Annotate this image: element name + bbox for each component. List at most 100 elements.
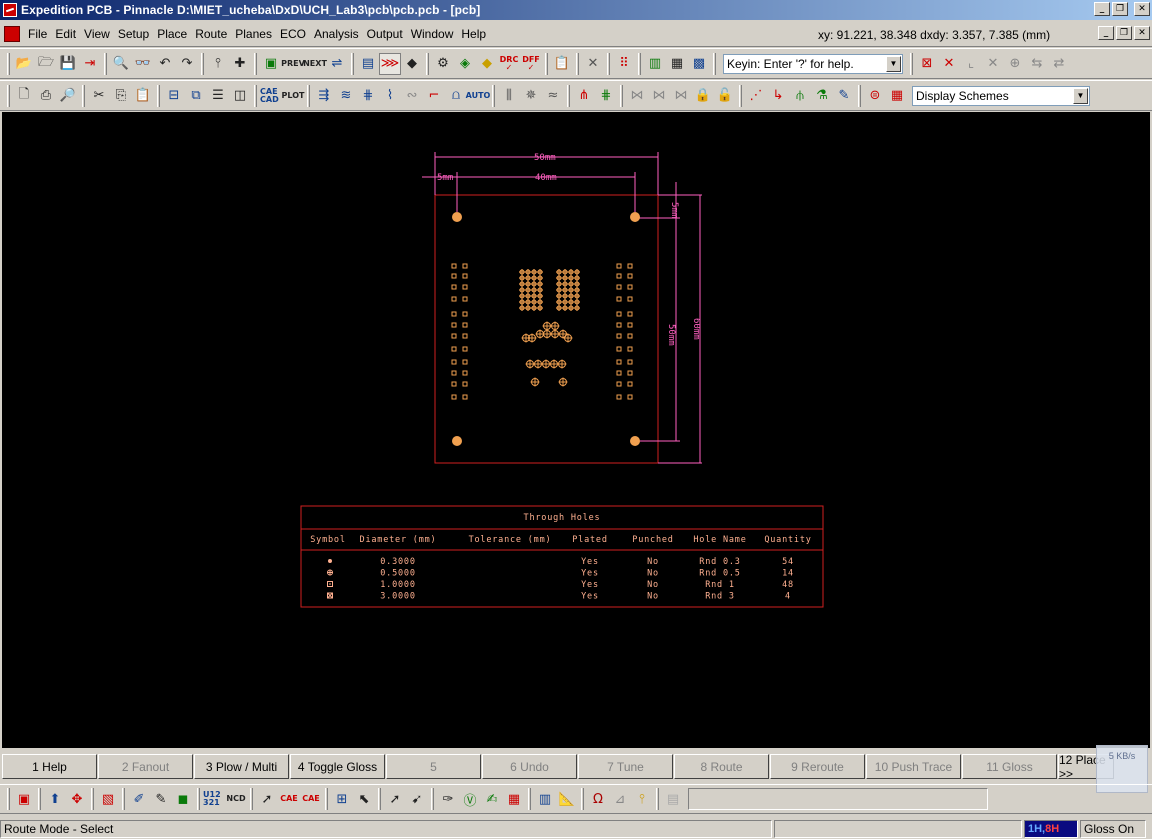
round-pad[interactable]: [562, 305, 568, 311]
menu-eco[interactable]: ECO: [276, 25, 310, 43]
library-icon[interactable]: ▥: [644, 53, 666, 75]
probe-icon[interactable]: ⫯: [207, 53, 229, 75]
round-pad[interactable]: [525, 287, 531, 293]
round-pad[interactable]: [519, 299, 525, 305]
net-highlight-icon[interactable]: ⋕: [595, 85, 617, 107]
round-pad[interactable]: [531, 305, 537, 311]
round-pad[interactable]: [558, 377, 568, 387]
menu-planes[interactable]: Planes: [231, 25, 276, 43]
cancel-icon[interactable]: ✕: [582, 53, 604, 75]
square-pad[interactable]: [627, 284, 633, 290]
round-pad[interactable]: [525, 293, 531, 299]
round-pad[interactable]: [525, 275, 531, 281]
unlock-icon[interactable]: 🔓: [714, 85, 736, 107]
pcb-canvas[interactable]: 50mm 40mm 5mm 5mm 50mm 60mm Through Hole…: [2, 112, 1150, 748]
round-pad[interactable]: [562, 287, 568, 293]
draw-icon[interactable]: ✑: [437, 788, 459, 810]
tune-icon[interactable]: ⋕: [357, 85, 379, 107]
open-icon[interactable]: 📂: [13, 53, 35, 75]
mounting-hole[interactable]: [452, 212, 462, 222]
square-pad[interactable]: [627, 346, 633, 352]
fanout-2-icon[interactable]: ✵: [520, 85, 542, 107]
fkey-7[interactable]: 7 Tune: [578, 754, 673, 779]
pointer-plus-icon[interactable]: ➹: [406, 788, 428, 810]
doc-minimize-button[interactable]: _: [1098, 26, 1114, 40]
toolbar-grip[interactable]: [7, 84, 10, 107]
round-pad[interactable]: [537, 281, 543, 287]
display-schemes-dropdown-icon[interactable]: ▼: [1073, 87, 1088, 104]
select-pointer-icon[interactable]: ➚: [256, 788, 278, 810]
plow-icon[interactable]: ≈: [542, 85, 564, 107]
square-pad[interactable]: [451, 394, 457, 400]
diff-pair-icon[interactable]: ⫛: [789, 85, 811, 107]
menu-window[interactable]: Window: [407, 25, 458, 43]
board-icon[interactable]: ▣: [260, 53, 282, 75]
round-pad[interactable]: [519, 305, 525, 311]
mounting-hole[interactable]: [630, 212, 640, 222]
unroute-icon[interactable]: ✕: [982, 53, 1004, 75]
square-pad[interactable]: [451, 322, 457, 328]
square-pad[interactable]: [451, 359, 457, 365]
round-pad[interactable]: [558, 329, 568, 339]
bus-icon[interactable]: ⫼: [498, 85, 520, 107]
new-icon[interactable]: 🗋: [13, 85, 35, 107]
round-pad[interactable]: [574, 287, 580, 293]
round-pad[interactable]: [556, 299, 562, 305]
bus-route-icon[interactable]: ≋: [335, 85, 357, 107]
round-pad[interactable]: [574, 269, 580, 275]
square-pad[interactable]: [451, 346, 457, 352]
trace-corner-icon[interactable]: ↳: [767, 85, 789, 107]
round-pad[interactable]: [550, 321, 560, 331]
square-pad[interactable]: [616, 359, 622, 365]
fkey-4[interactable]: 4 Toggle Gloss: [290, 754, 385, 779]
square-pad[interactable]: [627, 311, 633, 317]
grid-icon[interactable]: ⠿: [613, 53, 635, 75]
square-pad[interactable]: [462, 370, 468, 376]
round-pad[interactable]: [525, 281, 531, 287]
cube-icon[interactable]: ◼: [172, 788, 194, 810]
layers-icon[interactable]: ▤: [357, 53, 379, 75]
menu-setup[interactable]: Setup: [114, 25, 153, 43]
node-icon[interactable]: ⋰: [745, 85, 767, 107]
round-pad[interactable]: [519, 269, 525, 275]
edit-box-icon[interactable]: ✍: [481, 788, 503, 810]
round-pad[interactable]: [574, 293, 580, 299]
fkey-11[interactable]: 11 Gloss: [962, 754, 1057, 779]
round-pad[interactable]: [568, 269, 574, 275]
fkey-5[interactable]: 5: [386, 754, 481, 779]
round-pad[interactable]: [531, 281, 537, 287]
document-icon[interactable]: [4, 26, 20, 42]
color-palette-icon[interactable]: ▦: [666, 53, 688, 75]
app-icon[interactable]: [3, 3, 17, 17]
print-icon[interactable]: ⎙: [35, 85, 57, 107]
square-pad[interactable]: [616, 370, 622, 376]
square-pad[interactable]: [462, 394, 468, 400]
square-pad[interactable]: [462, 359, 468, 365]
toolbar-grip[interactable]: [7, 788, 10, 810]
round-pad[interactable]: [525, 305, 531, 311]
round-pad[interactable]: [568, 275, 574, 281]
round-pad[interactable]: [550, 329, 560, 339]
probe-2-icon[interactable]: ⚗: [811, 85, 833, 107]
save-icon[interactable]: 💾: [57, 53, 79, 75]
fanout-icon[interactable]: ◆: [401, 53, 423, 75]
unfix-icon[interactable]: ⋈: [648, 85, 670, 107]
next-button[interactable]: NEXT: [303, 53, 327, 75]
round-pad[interactable]: [531, 275, 537, 281]
round-pad[interactable]: [549, 359, 559, 369]
square-pad[interactable]: [462, 322, 468, 328]
corner-icon[interactable]: ⌐: [423, 85, 445, 107]
toolbar-grip[interactable]: [7, 52, 10, 75]
exit-icon[interactable]: ⇥: [79, 53, 101, 75]
fkey-9[interactable]: 9 Reroute: [770, 754, 865, 779]
menu-route[interactable]: Route: [191, 25, 231, 43]
exchange-icon[interactable]: ⇄: [1048, 53, 1070, 75]
fkey-8[interactable]: 8 Route: [674, 754, 769, 779]
round-pad[interactable]: [562, 299, 568, 305]
select-arrow-icon[interactable]: ⬉: [353, 788, 375, 810]
menu-edit[interactable]: Edit: [51, 25, 80, 43]
keyin-dropdown-icon[interactable]: ▼: [886, 55, 901, 72]
round-pad[interactable]: [519, 287, 525, 293]
warning-icon[interactable]: ◆: [476, 53, 498, 75]
fkey-2[interactable]: 2 Fanout: [98, 754, 193, 779]
